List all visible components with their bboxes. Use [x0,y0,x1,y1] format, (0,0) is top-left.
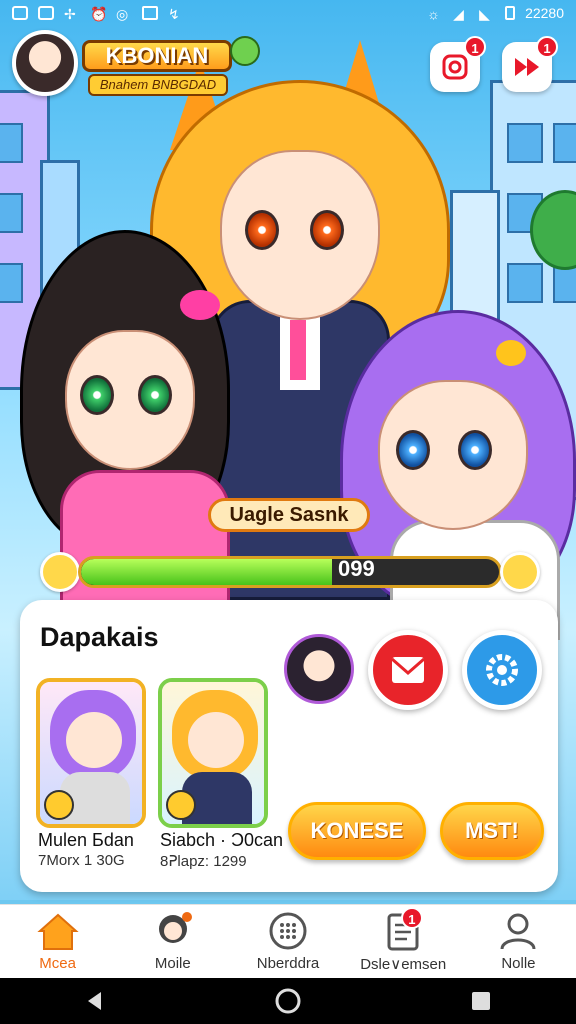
alarm-icon: ⏰ [90,6,108,22]
nav-list-label: Dsle∨emsen [360,956,447,973]
character-name-tag: Uagle Sasnk [208,498,370,532]
progress-fill [81,559,332,585]
camera-icon [442,54,468,80]
app-icon [38,6,54,20]
mail-button[interactable] [368,630,448,710]
game-logo: KBONIAN Bnahem BNBGDAD [82,36,262,98]
nav-character[interactable]: Moile [115,905,230,978]
back-icon[interactable] [83,989,107,1013]
bottom-nav: Mcea Moile Nberddra 1 Dsle∨emsen Nolle [0,904,576,978]
image-icon [142,6,158,20]
player-avatar[interactable] [12,30,78,96]
character-icon [158,912,192,943]
character-card-1[interactable] [36,678,146,828]
camera-button[interactable]: 1 [430,36,486,92]
battery-icon [505,6,516,20]
gear-icon [486,654,518,686]
nav-grid[interactable]: Nberddra [230,905,345,978]
character-card-2[interactable] [158,678,268,828]
nav-grid-label: Nberddra [256,955,320,972]
affection-progress: 099 [40,552,540,592]
wifi-icon: ◢ [453,6,464,22]
nav-list[interactable]: 1 Dsle∨emsen [346,905,461,978]
nav-home[interactable]: Mcea [0,905,115,978]
home-icon [36,913,79,950]
notification-icon [12,6,28,20]
logo-title: KBONIAN [82,40,232,72]
face-icon [40,552,80,592]
mst-button[interactable]: MST! [440,802,544,860]
mail-icon [391,657,425,683]
card-2-sub: 8ᕈlapz: 1299 [160,853,247,870]
nav-home-label: Mcea [39,955,76,972]
progress-value: 099 [338,556,375,581]
mascot-icon [230,36,260,66]
signal-icon: ◣ [479,6,490,22]
recents-icon[interactable] [469,989,493,1013]
settings-button[interactable] [462,630,542,710]
nav-profile-label: Nolle [501,955,536,972]
star-face-icon [500,552,540,592]
nav-list-badge: 1 [400,907,423,929]
vibrate-icon: ☼ [427,6,440,22]
progress-track [78,556,502,588]
status-time: 22280 [525,5,564,21]
home-circle-icon[interactable] [274,987,302,1015]
main-panel: Dapakais Mulen Бdan 7Morx 1 30G Siabch ·… [20,600,558,892]
profile-icon [500,913,536,950]
pinwheel-icon: ✢ [64,6,76,22]
alarm-icon-2: ◎ [116,6,129,22]
share-badge: 1 [536,36,558,58]
companion-avatar[interactable] [284,634,354,704]
nav-profile[interactable]: Nolle [461,905,576,978]
card-1-sub: 7Morx 1 30G [38,852,125,869]
camera-badge: 1 [464,36,486,58]
nav-character-label: Moile [154,955,191,972]
update-icon: ↯ [168,6,180,22]
card-2-name: Siabch · Ͻ0can [160,830,284,850]
system-nav-bar [0,978,576,1024]
logo-subtitle: Bnahem BNBGDAD [88,74,228,96]
card-1-name: Mulen Бdan [38,830,134,850]
share-button[interactable]: 1 [502,36,558,92]
grid-icon [269,912,307,950]
konese-button[interactable]: KONESE [288,802,426,860]
panel-title: Dapakais [40,622,159,652]
status-bar: ✢ ⏰ ◎ ↯ ☼ ◢ ◣ 22280 [0,0,576,26]
fast-forward-icon [515,58,539,76]
